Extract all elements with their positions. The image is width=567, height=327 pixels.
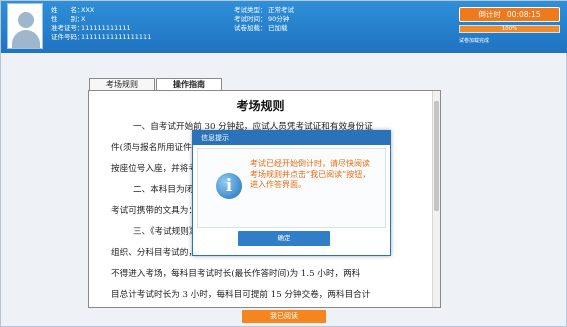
id-value: 11111111111111111 [81,33,152,41]
load-progress-bar: 100% [459,25,560,33]
rules-title: 考场规则 [236,99,285,113]
timer-value: 00:08:15 [506,10,541,19]
ticket-value: 111111111111 [81,24,131,32]
info-dialog: 信息提示 i 考试已经开始倒计时，请尽快阅读考场规则并点击“我已阅读”按钮，进入… [192,130,391,256]
countdown-timer: 倒计时 00:08:15 [459,7,560,22]
name-value: XXX [81,6,95,14]
dialog-message: 考试已经开始倒计时，请尽快阅读考场规则并点击“我已阅读”按钮，进入作答界面。 [250,159,371,189]
name-label: 姓 名： [51,6,84,14]
info-icon: i [216,173,242,199]
header-bar: 姓 名： XXX 性 别： X 准考证号： 111111111111 证件号码： 111… [1,1,567,53]
scrollbar-thumb[interactable] [434,101,439,211]
exam-info: 考试类型： 正常考试 考试时间： 90分钟 试卷加载： 已加载 [234,6,294,33]
exam-duration-value: 90分钟 [268,15,290,23]
avatar [7,3,43,49]
candidate-info: 姓 名： XXX 性 别： X 准考证号： 111111111111 证件号码： 111… [51,6,151,42]
timer-label: 倒计时 [478,10,501,19]
id-label: 证件号码： [51,33,84,41]
ticket-label: 准考证号： [51,24,84,32]
paper-load-value: 已加载 [268,24,288,32]
avatar-head-icon [18,12,34,28]
paper-load-label: 试卷加载： [234,24,267,32]
rules-scrollbar[interactable] [432,91,440,307]
exam-type-value: 正常考试 [268,6,294,14]
rules-line: 目总计考试时长为 3 小时，每科目可提前 15 分钟交卷，两科目合计 [111,290,371,300]
gender-label: 性 别： [51,15,84,23]
progress-note: 试卷加载完成 [459,38,490,44]
exam-duration-label: 考试时间： [234,15,267,23]
exam-window: 姓 名： XXX 性 别： X 准考证号： 111111111111 证件号码： 111… [0,0,567,327]
gender-value: X [81,15,86,23]
ok-button[interactable]: 确定 [238,231,330,246]
dialog-body: i 考试已经开始倒计时，请尽快阅读考场规则并点击“我已阅读”按钮，进入作答界面。 [197,148,386,228]
dialog-title: 信息提示 [193,131,390,145]
progress-percent: 100% [501,26,518,32]
exam-type-label: 考试类型： [234,6,267,14]
read-confirm-button[interactable]: 我已阅读 [242,310,326,323]
avatar-body-icon [12,30,40,48]
rules-line: 不得进入考场，每科目考试时长(最长作答时间)为 1.5 小时，两科 [111,269,361,279]
